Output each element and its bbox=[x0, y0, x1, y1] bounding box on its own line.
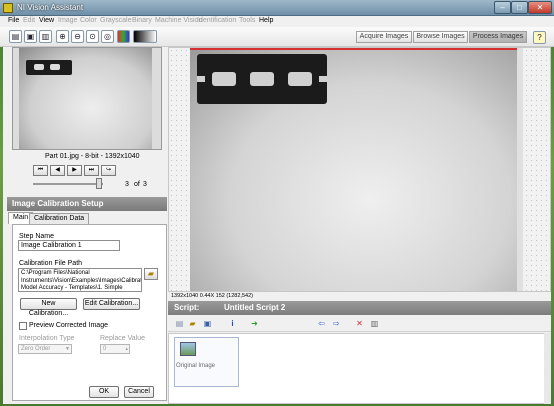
interpolation-value: Zero Order bbox=[21, 346, 51, 352]
page-total: 3 bbox=[143, 181, 147, 188]
new-script-icon[interactable]: ▤ bbox=[174, 318, 185, 329]
script-scrollbar[interactable] bbox=[544, 333, 551, 404]
menu-identification[interactable]: Identification bbox=[197, 17, 236, 24]
tab-calibration-data[interactable]: Calibration Data bbox=[29, 213, 90, 224]
preview-label: Preview Corrected Image bbox=[29, 322, 108, 329]
main-toolbar: ▤ ▣ ▥ ⊕ ⊖ ⊙ ◎ Acquire Images Browse Imag… bbox=[0, 27, 554, 47]
prev-image-button[interactable]: ◀ bbox=[50, 165, 65, 176]
preview-checkbox[interactable] bbox=[19, 322, 27, 330]
menu-file[interactable]: File bbox=[8, 17, 19, 24]
script-header: Script: Untitled Script 2 bbox=[168, 301, 551, 315]
browse-folder-icon[interactable]: ▰ bbox=[144, 268, 158, 280]
properties-icon[interactable]: ▥ bbox=[369, 318, 380, 329]
next-image-button[interactable]: ▶ bbox=[67, 165, 82, 176]
cancel-button[interactable]: Cancel bbox=[124, 386, 154, 398]
help-icon[interactable]: ? bbox=[533, 31, 546, 44]
page-current: 3 bbox=[125, 181, 129, 188]
open-icon[interactable]: ▤ bbox=[9, 30, 22, 43]
menu-color[interactable]: Color bbox=[80, 17, 97, 24]
tab-process-images[interactable]: Process Images bbox=[469, 31, 527, 43]
run-once-icon[interactable]: ➜ bbox=[249, 318, 260, 329]
loop-image-button[interactable]: ↪ bbox=[101, 165, 116, 176]
zoom-in-icon[interactable]: ⊕ bbox=[56, 30, 69, 43]
razor-blade-image bbox=[197, 54, 327, 104]
menu-tools[interactable]: Tools bbox=[239, 17, 255, 24]
title-bar: NI Vision Assistant bbox=[0, 0, 554, 16]
image-slider-track[interactable] bbox=[33, 183, 103, 185]
app-icon bbox=[3, 3, 13, 13]
file-path-field[interactable]: C:\Program Files\National Instruments\Vi… bbox=[18, 268, 142, 292]
close-button[interactable]: ✕ bbox=[528, 1, 552, 14]
info-icon[interactable]: i bbox=[227, 318, 238, 329]
gradient-icon[interactable] bbox=[133, 30, 157, 43]
tab-acquire-images[interactable]: Acquire Images bbox=[356, 31, 412, 43]
new-calibration-button[interactable]: New Calibration... bbox=[20, 298, 77, 317]
open-script-icon[interactable]: ▰ bbox=[187, 318, 198, 329]
interpolation-label: Interpolation Type bbox=[19, 335, 75, 342]
file-path-label: Calibration File Path bbox=[19, 260, 83, 267]
menu-grayscale[interactable]: Grayscale bbox=[100, 17, 132, 24]
step-name-input[interactable]: Image Calibration 1 bbox=[18, 240, 120, 251]
menu-bar: File Edit View Image Color Grayscale Bin… bbox=[0, 16, 554, 27]
image-slider-handle[interactable] bbox=[96, 178, 102, 189]
palette-icon[interactable] bbox=[117, 30, 130, 43]
print-icon[interactable]: ▥ bbox=[39, 30, 52, 43]
script-label: Script: bbox=[174, 303, 200, 312]
image-icon bbox=[180, 342, 196, 356]
move-left-icon[interactable]: ⇦ bbox=[316, 318, 327, 329]
chevron-down-icon: ▼ bbox=[65, 346, 70, 352]
save-icon[interactable]: ▣ bbox=[24, 30, 37, 43]
thumbnail-caption: Part 01.jpg - 8-bit - 1392x1040 bbox=[45, 153, 140, 160]
move-right-icon[interactable]: ⇨ bbox=[331, 318, 342, 329]
menu-image[interactable]: Image bbox=[58, 17, 77, 24]
delete-step-icon[interactable]: ✕ bbox=[354, 318, 365, 329]
image-scrollbar[interactable] bbox=[517, 48, 523, 291]
script-name: Untitled Script 2 bbox=[224, 303, 286, 312]
image-status-line: 1392x1040 0.44X 152 (1282,542) bbox=[168, 292, 551, 301]
zoom-1to1-icon[interactable]: ◎ bbox=[101, 30, 114, 43]
replace-value-label: Replace Value bbox=[100, 335, 146, 342]
page-of-label: of bbox=[134, 181, 140, 188]
replace-value: 0 bbox=[103, 346, 107, 352]
menu-view[interactable]: View bbox=[39, 17, 54, 24]
first-image-button[interactable]: ⏮ bbox=[33, 165, 48, 176]
calibration-header: Image Calibration Setup bbox=[7, 197, 167, 211]
edit-calibration-button[interactable]: Edit Calibration... bbox=[83, 298, 140, 310]
stepper-icon: ▴ bbox=[125, 346, 128, 352]
save-script-icon[interactable]: ▣ bbox=[202, 318, 213, 329]
replace-value-field[interactable]: 0 ▴ bbox=[100, 344, 130, 354]
tab-browse-images[interactable]: Browse Images bbox=[413, 31, 468, 43]
step-label: Original Image bbox=[176, 363, 216, 369]
ok-button[interactable]: OK bbox=[89, 386, 119, 398]
window-title: NI Vision Assistant bbox=[17, 3, 84, 12]
thumbnail-blade-image bbox=[26, 60, 72, 75]
menu-help[interactable]: Help bbox=[259, 17, 273, 24]
maximize-button[interactable]: □ bbox=[511, 1, 528, 14]
zoom-fit-icon[interactable]: ⊙ bbox=[86, 30, 99, 43]
menu-machine-vision[interactable]: Machine Vision bbox=[155, 17, 202, 24]
menu-binary[interactable]: Binary bbox=[132, 17, 152, 24]
step-name-label: Step Name bbox=[19, 233, 55, 240]
menu-edit[interactable]: Edit bbox=[23, 17, 35, 24]
interpolation-select[interactable]: Zero Order ▼ bbox=[18, 344, 72, 354]
last-image-button[interactable]: ⏭ bbox=[84, 165, 99, 176]
minimize-button[interactable]: – bbox=[494, 1, 511, 14]
zoom-out-icon[interactable]: ⊖ bbox=[71, 30, 84, 43]
